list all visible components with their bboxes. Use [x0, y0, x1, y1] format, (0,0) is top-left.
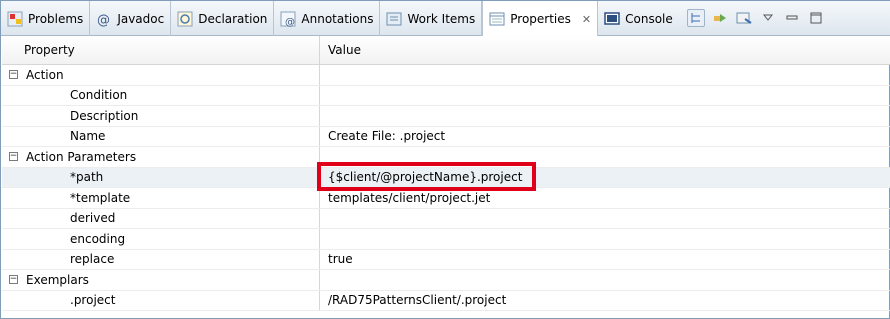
- tab-javadoc[interactable]: @ Javadoc: [90, 1, 172, 36]
- group-label: Action Parameters: [26, 149, 137, 164]
- table-row[interactable]: derived: [2, 208, 890, 229]
- svg-text:@: @: [97, 13, 110, 27]
- property-cell: Condition: [2, 85, 320, 105]
- property-cell: Description: [2, 106, 320, 126]
- work-items-icon: [386, 11, 402, 27]
- tab-problems[interactable]: Problems: [1, 1, 91, 36]
- table-row[interactable]: .project /RAD75PatternsClient/.project: [2, 290, 890, 311]
- table-row[interactable]: − Action: [2, 65, 890, 86]
- table-row[interactable]: − Exemplars: [2, 270, 890, 291]
- show-advanced-icon[interactable]: [711, 9, 729, 27]
- annotations-icon: @: [280, 11, 296, 28]
- tab-work-items[interactable]: Work Items: [380, 1, 483, 36]
- properties-icon: [489, 11, 505, 27]
- tab-label: Declaration: [198, 11, 268, 26]
- table-row[interactable]: Name Create File: .project: [2, 126, 890, 147]
- property-column-header[interactable]: Property: [2, 36, 320, 64]
- maximize-icon[interactable]: [807, 9, 825, 27]
- table-row[interactable]: replace true: [2, 249, 890, 270]
- value-cell[interactable]: [320, 209, 890, 229]
- property-cell: replace: [2, 249, 320, 269]
- value-cell[interactable]: Create File: .project: [320, 127, 890, 147]
- property-cell: encoding: [2, 229, 320, 249]
- minimize-icon[interactable]: [783, 9, 801, 27]
- group-label: Action: [26, 67, 64, 82]
- value-cell[interactable]: {$client/@projectName}.project: [320, 168, 890, 188]
- tab-label: Work Items: [407, 11, 476, 26]
- show-categories-icon[interactable]: [686, 9, 705, 27]
- table-row[interactable]: *template templates/client/project.jet: [2, 188, 890, 209]
- collapse-icon[interactable]: −: [9, 152, 18, 162]
- tab-console[interactable]: Console: [598, 1, 679, 36]
- value-cell[interactable]: [320, 229, 890, 249]
- tab-annotations[interactable]: @ Annotations: [274, 1, 381, 36]
- javadoc-icon: @: [96, 11, 112, 28]
- tab-properties[interactable]: Properties ✕: [482, 1, 599, 37]
- svg-text:@: @: [285, 17, 295, 27]
- value-cell[interactable]: [320, 106, 890, 126]
- restore-defaults-icon[interactable]: [735, 9, 753, 27]
- value-cell[interactable]: true: [320, 250, 890, 270]
- table-row[interactable]: Description: [2, 106, 890, 127]
- properties-view: Problems @ Javadoc Declaration @ Annotat…: [0, 0, 890, 319]
- property-cell: derived: [2, 208, 320, 228]
- properties-table: Property Value − Action Condition Descrip…: [2, 36, 890, 311]
- tab-label: Javadoc: [117, 11, 165, 26]
- view-menu-icon[interactable]: [759, 9, 777, 27]
- property-cell: .project: [2, 290, 320, 310]
- view-tab-bar: Problems @ Javadoc Declaration @ Annotat…: [1, 1, 890, 37]
- table-row[interactable]: − Action Parameters: [2, 147, 890, 168]
- property-cell: Name: [2, 126, 320, 146]
- tab-label: Problems: [28, 11, 84, 26]
- tab-label: Annotations: [301, 11, 374, 26]
- table-row[interactable]: Condition: [2, 85, 890, 106]
- value-cell[interactable]: /RAD75PatternsClient/.project: [320, 291, 890, 311]
- value-cell[interactable]: [320, 86, 890, 106]
- value-cell[interactable]: templates/client/project.jet: [320, 188, 890, 208]
- value-column-header[interactable]: Value: [320, 36, 890, 64]
- property-cell: *path: [2, 167, 320, 187]
- console-icon: [604, 11, 620, 27]
- tab-declaration[interactable]: Declaration: [171, 1, 275, 36]
- collapse-icon[interactable]: −: [9, 275, 18, 285]
- table-row[interactable]: encoding: [2, 229, 890, 250]
- declaration-icon: [177, 11, 193, 27]
- group-label: Exemplars: [26, 272, 89, 287]
- collapse-icon[interactable]: −: [9, 70, 18, 80]
- problems-icon: [7, 11, 23, 27]
- tab-label: Properties: [510, 12, 571, 26]
- table-row-selected[interactable]: *path {$client/@projectName}.project: [2, 167, 890, 188]
- table-header: Property Value: [2, 36, 890, 65]
- tab-label: Console: [625, 11, 673, 26]
- value-cell: [320, 147, 890, 167]
- value-cell: [320, 65, 890, 85]
- view-toolbar: [679, 1, 825, 35]
- value-cell: [320, 270, 890, 290]
- property-cell: *template: [2, 188, 320, 208]
- close-icon[interactable]: ✕: [582, 13, 591, 26]
